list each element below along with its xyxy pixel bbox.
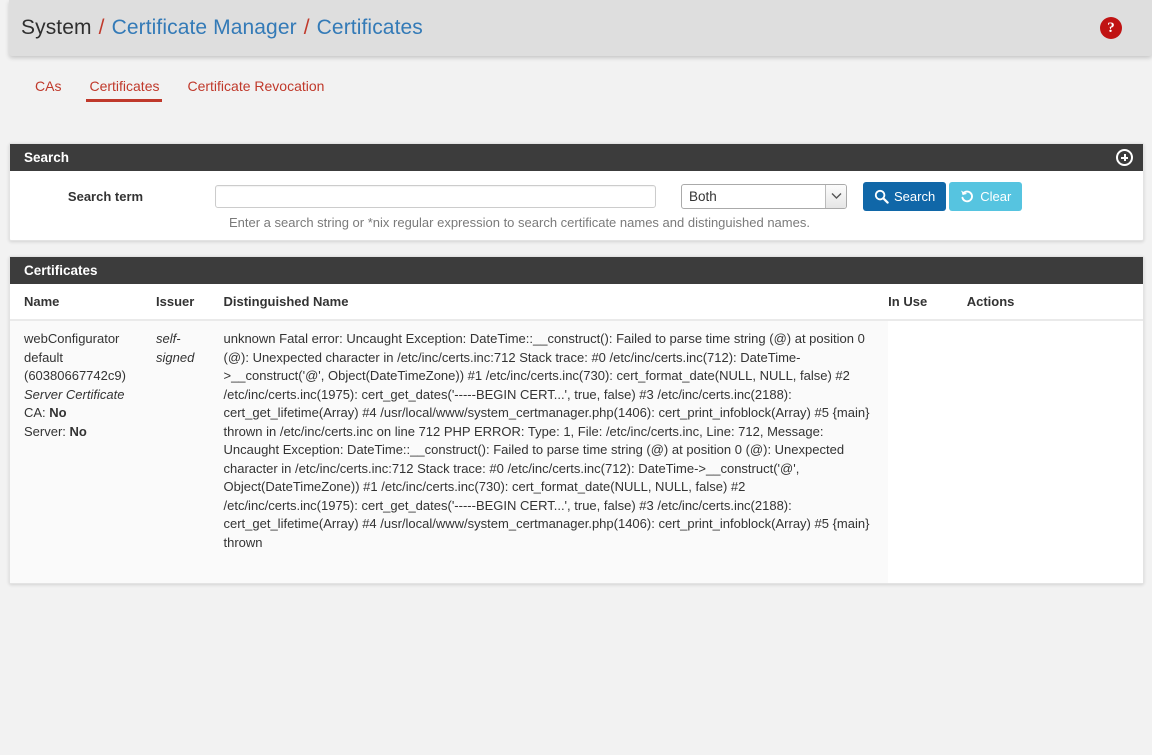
cell-name: webConfigurator default (60380667742c9) … <box>10 320 157 561</box>
tab-bar: CAs Certificates Certificate Revocation <box>9 72 1152 121</box>
certificates-table: Name Issuer Distinguished Name In Use Ac… <box>10 284 1143 583</box>
certificates-panel-heading: Certificates <box>10 257 1143 284</box>
tab-certificate-revocation[interactable]: Certificate Revocation <box>173 72 338 108</box>
search-scope-select[interactable]: Both <box>681 183 847 209</box>
column-header-distinguished-name: Distinguished Name <box>223 284 889 321</box>
certificates-panel-title: Certificates <box>24 263 98 278</box>
tab-certificates[interactable]: Certificates <box>75 72 173 108</box>
search-help-text: Enter a search string or *nix regular ex… <box>229 215 810 230</box>
column-header-name: Name <box>10 284 157 321</box>
server-value: No <box>69 423 87 439</box>
search-term-label: Search term <box>67 188 144 204</box>
search-panel-title: Search <box>24 150 70 165</box>
search-help-block: Enter a search string or *nix regular ex… <box>10 213 1143 230</box>
table-header-row: Name Issuer Distinguished Name In Use Ac… <box>10 284 1143 321</box>
help-question-icon[interactable]: ? <box>1100 17 1122 39</box>
column-header-issuer: Issuer <box>156 284 224 321</box>
page-header: System / Certificate Manager / Certifica… <box>9 0 1152 56</box>
certificate-server-flag: Server: No <box>24 423 148 442</box>
breadcrumb-separator: / <box>303 16 310 39</box>
cell-in-use <box>888 320 967 561</box>
breadcrumb-item-certificates[interactable]: Certificates <box>317 16 423 40</box>
certificates-panel: Certificates Name Issuer Distinguished N… <box>9 256 1144 584</box>
search-button-label: Search <box>894 188 936 204</box>
search-panel-heading: Search <box>10 144 1143 171</box>
table-row[interactable]: webConfigurator default (60380667742c9) … <box>10 320 1143 561</box>
breadcrumb: System / Certificate Manager / Certifica… <box>21 16 1100 40</box>
spacer-cell <box>223 561 889 583</box>
breadcrumb-item-system: System <box>21 16 92 39</box>
server-label: Server: <box>24 423 66 439</box>
cell-actions <box>966 320 1143 561</box>
magnifier-icon <box>874 189 889 204</box>
spacer-cell <box>966 561 1143 583</box>
tab-cas[interactable]: CAs <box>21 72 75 108</box>
search-input[interactable] <box>215 184 656 208</box>
plus-circle-icon[interactable] <box>1116 149 1133 166</box>
undo-arrow-icon <box>960 189 975 204</box>
spacer-cell <box>10 561 157 583</box>
ca-value: No <box>49 405 67 420</box>
breadcrumb-separator: / <box>98 16 105 39</box>
ca-label: CA: <box>24 405 46 420</box>
column-header-actions: Actions <box>966 284 1143 321</box>
clear-button[interactable]: Clear <box>949 181 1023 211</box>
spacer-cell <box>156 561 224 583</box>
certificate-ca-flag: CA: No <box>24 404 148 423</box>
search-form-row: Search term Both Search Clear <box>10 171 1143 213</box>
column-header-in-use: In Use <box>888 284 967 321</box>
clear-button-label: Clear <box>980 188 1012 204</box>
cell-issuer: self-signed <box>156 320 224 561</box>
certificate-name: webConfigurator default (60380667742c9) <box>24 331 126 383</box>
cell-distinguished-name: unknown Fatal error: Uncaught Exception:… <box>223 320 889 561</box>
search-scope-select-wrap: Both <box>681 183 847 209</box>
search-panel: Search Search term Both Search Clear Ent… <box>9 143 1144 241</box>
breadcrumb-item-certificate-manager[interactable]: Certificate Manager <box>112 16 297 40</box>
certificate-type: Server Certificate <box>24 386 125 402</box>
search-button[interactable]: Search <box>863 181 947 211</box>
table-row-spacer <box>10 561 1143 583</box>
spacer-cell <box>888 561 967 583</box>
